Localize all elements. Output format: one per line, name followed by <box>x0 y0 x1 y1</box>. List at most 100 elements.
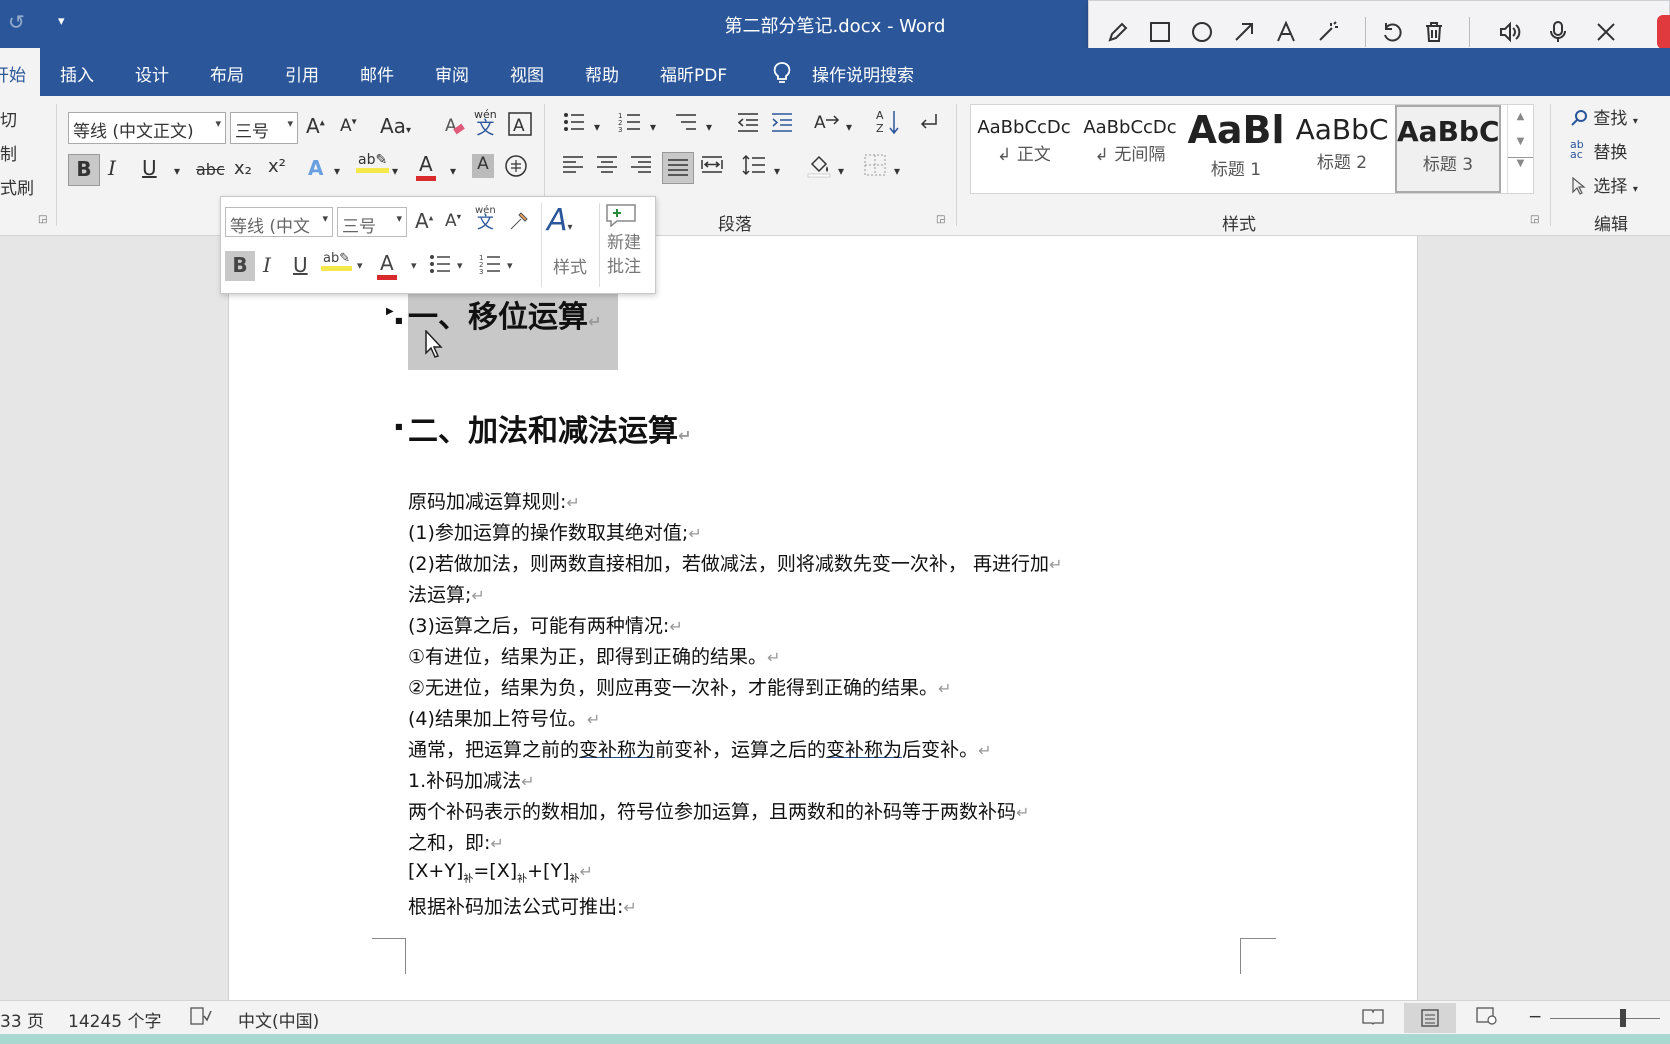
text-tool-icon[interactable] <box>1269 15 1303 49</box>
text-effects-dropdown-icon[interactable]: ▾ <box>334 164 340 178</box>
doc-paragraph[interactable]: (3)运算之后，可能有两种情况:↵ <box>408 611 683 638</box>
proofing-icon[interactable] <box>190 1007 212 1030</box>
gallery-down-icon[interactable]: ▼ <box>1508 136 1533 147</box>
gallery-more-icon[interactable]: ▼ <box>1508 157 1533 169</box>
paragraph-launcher-icon[interactable]: ◲ <box>936 214 945 225</box>
font-color-button[interactable]: A <box>416 152 436 181</box>
style-heading-2[interactable]: AaBbC 标题 2 <box>1289 105 1395 193</box>
numbering-icon[interactable]: 123 <box>618 110 642 139</box>
collapse-heading-icon[interactable]: ▶ <box>386 306 394 317</box>
shading-icon[interactable] <box>806 152 832 183</box>
tab-insert[interactable]: 插入 <box>60 61 94 86</box>
doc-paragraph[interactable]: 两个补码表示的数相加，符号位参加运算，且两数和的补码等于两数补码↵ <box>408 797 1029 824</box>
undo-icon[interactable] <box>1375 15 1409 49</box>
tab-foxit-pdf[interactable]: 福昕PDF <box>660 61 727 86</box>
tab-review[interactable]: 审阅 <box>435 61 469 86</box>
mini-underline-button[interactable]: U <box>293 253 308 277</box>
mini-highlight-button[interactable]: ab✎ <box>321 251 353 271</box>
mini-font-color-dropdown-icon[interactable]: ▾ <box>411 259 417 272</box>
align-right-icon[interactable] <box>630 154 652 181</box>
shading-dropdown-icon[interactable]: ▾ <box>838 164 844 178</box>
mini-font-color-button[interactable]: A <box>377 251 397 280</box>
mini-font-combo[interactable]: 等线 (中文 ▾ <box>225 207 333 237</box>
word-count[interactable]: 14245 个字 <box>68 1007 161 1032</box>
underline-dropdown-icon[interactable]: ▾ <box>174 164 180 178</box>
grow-font-button[interactable]: A▴ <box>306 114 325 138</box>
format-painter-button[interactable]: 式刷 <box>0 174 34 199</box>
doc-paragraph[interactable]: ②无进位，结果为负，则应再变一次补，才能得到正确的结果。↵ <box>408 673 951 700</box>
style-normal[interactable]: AaBbCcDc ↲ 正文 <box>971 105 1077 193</box>
doc-paragraph[interactable]: 1.补码加减法↵ <box>408 766 535 793</box>
zoom-slider[interactable] <box>1550 1018 1660 1019</box>
trash-icon[interactable] <box>1417 15 1451 49</box>
font-name-combo[interactable]: 等线 (中文正文) ▾ <box>68 112 226 144</box>
subscript-button[interactable]: x₂ <box>234 158 252 179</box>
new-comment-icon[interactable] <box>605 201 637 232</box>
highlight-button[interactable]: ab✎ <box>356 152 390 173</box>
change-case-button[interactable]: Aa▾ <box>380 114 411 138</box>
mini-numbering-icon[interactable]: 123 <box>479 253 501 280</box>
doc-paragraph[interactable]: 原码加减运算规则:↵ <box>408 487 580 514</box>
gallery-up-icon[interactable]: ▲ <box>1508 111 1533 122</box>
bullets-dropdown-icon[interactable]: ▾ <box>594 120 600 134</box>
doc-paragraph[interactable]: 法运算;↵ <box>408 580 485 607</box>
tab-design[interactable]: 设计 <box>135 61 169 86</box>
doc-paragraph[interactable]: 根据补码加法公式可推出:↵ <box>408 892 637 919</box>
zoom-out-button[interactable]: − <box>1528 1007 1542 1027</box>
tab-home[interactable]: 开始 <box>0 48 40 96</box>
clear-formatting-icon[interactable]: A <box>444 114 466 141</box>
increase-indent-icon[interactable] <box>770 110 794 139</box>
page-count[interactable]: 33 页 <box>0 1007 44 1032</box>
styles-launcher-icon[interactable]: ◲ <box>1530 214 1539 225</box>
line-spacing-dropdown-icon[interactable]: ▾ <box>774 164 780 178</box>
borders-icon[interactable] <box>864 154 886 181</box>
style-no-spacing[interactable]: AaBbCcDc ↲ 无间隔 <box>1077 105 1183 193</box>
web-layout-icon[interactable] <box>1476 1007 1498 1030</box>
grammar-flagged-text[interactable]: 变补称为 <box>826 739 902 761</box>
grammar-flagged-text[interactable]: 变补称为 <box>579 739 655 761</box>
asian-layout-dropdown-icon[interactable]: ▾ <box>846 120 852 134</box>
show-marks-icon[interactable] <box>916 110 940 139</box>
new-comment-label[interactable]: 新建 批注 <box>607 231 641 279</box>
circle-icon[interactable] <box>1185 15 1219 49</box>
document-page[interactable] <box>228 236 1418 1000</box>
character-border-icon[interactable]: A <box>508 112 532 141</box>
bold-button[interactable]: B <box>68 154 100 186</box>
mini-bullets-icon[interactable] <box>429 253 451 280</box>
distributed-icon[interactable] <box>700 154 724 181</box>
text-effects-button[interactable]: A <box>308 156 323 180</box>
mini-shrink-font-button[interactable]: A▾ <box>445 211 461 231</box>
cut-button[interactable]: 切 <box>0 106 17 131</box>
doc-paragraph[interactable]: (2)若做加法，则两数直接相加，若做减法，则将减数先变一次补， 再进行加↵ <box>408 549 1062 576</box>
gallery-scroll[interactable]: ▲ ▼ ▼ <box>1507 105 1533 193</box>
copy-button[interactable]: 制 <box>0 140 17 165</box>
doc-formula[interactable]: [X+Y]补=[X]补+[Y]补↵ <box>408 860 593 885</box>
enclose-characters-icon[interactable] <box>504 154 528 183</box>
doc-paragraph[interactable]: (1)参加运算的操作数取其绝对值;↵ <box>408 518 702 545</box>
heading-2[interactable]: 二、加法和减法运算↵ <box>408 406 691 450</box>
align-center-icon[interactable] <box>596 154 618 181</box>
mini-styles-label[interactable]: 样式 <box>553 253 587 278</box>
mini-styles-icon[interactable]: A▾ <box>547 203 573 238</box>
mini-italic-button[interactable]: I <box>263 253 271 277</box>
bullets-icon[interactable] <box>562 110 586 139</box>
style-heading-1[interactable]: AaBl 标题 1 <box>1183 105 1289 193</box>
speaker-icon[interactable] <box>1493 15 1527 49</box>
tab-layout[interactable]: 布局 <box>210 61 244 86</box>
tab-view[interactable]: 视图 <box>510 61 544 86</box>
phonetic-guide-button[interactable]: wén 文 <box>474 108 497 138</box>
asian-layout-icon[interactable]: A <box>814 110 842 139</box>
find-button[interactable]: 查找 ▾ <box>1570 104 1638 129</box>
microphone-icon[interactable] <box>1541 15 1575 49</box>
mini-grow-font-button[interactable]: A▴ <box>415 209 433 233</box>
line-spacing-icon[interactable] <box>742 154 766 181</box>
style-heading-3[interactable]: AaBbC 标题 3 <box>1395 105 1501 193</box>
italic-button[interactable]: I <box>108 156 116 180</box>
replace-button[interactable]: ab ac 替换 <box>1570 138 1627 163</box>
tab-mailings[interactable]: 邮件 <box>360 61 394 86</box>
highlight-dropdown-icon[interactable]: ▾ <box>392 164 398 178</box>
record-indicator[interactable] <box>1657 15 1670 49</box>
decrease-indent-icon[interactable] <box>736 110 760 139</box>
pencil-icon[interactable] <box>1101 15 1135 49</box>
justify-icon[interactable] <box>662 152 694 184</box>
